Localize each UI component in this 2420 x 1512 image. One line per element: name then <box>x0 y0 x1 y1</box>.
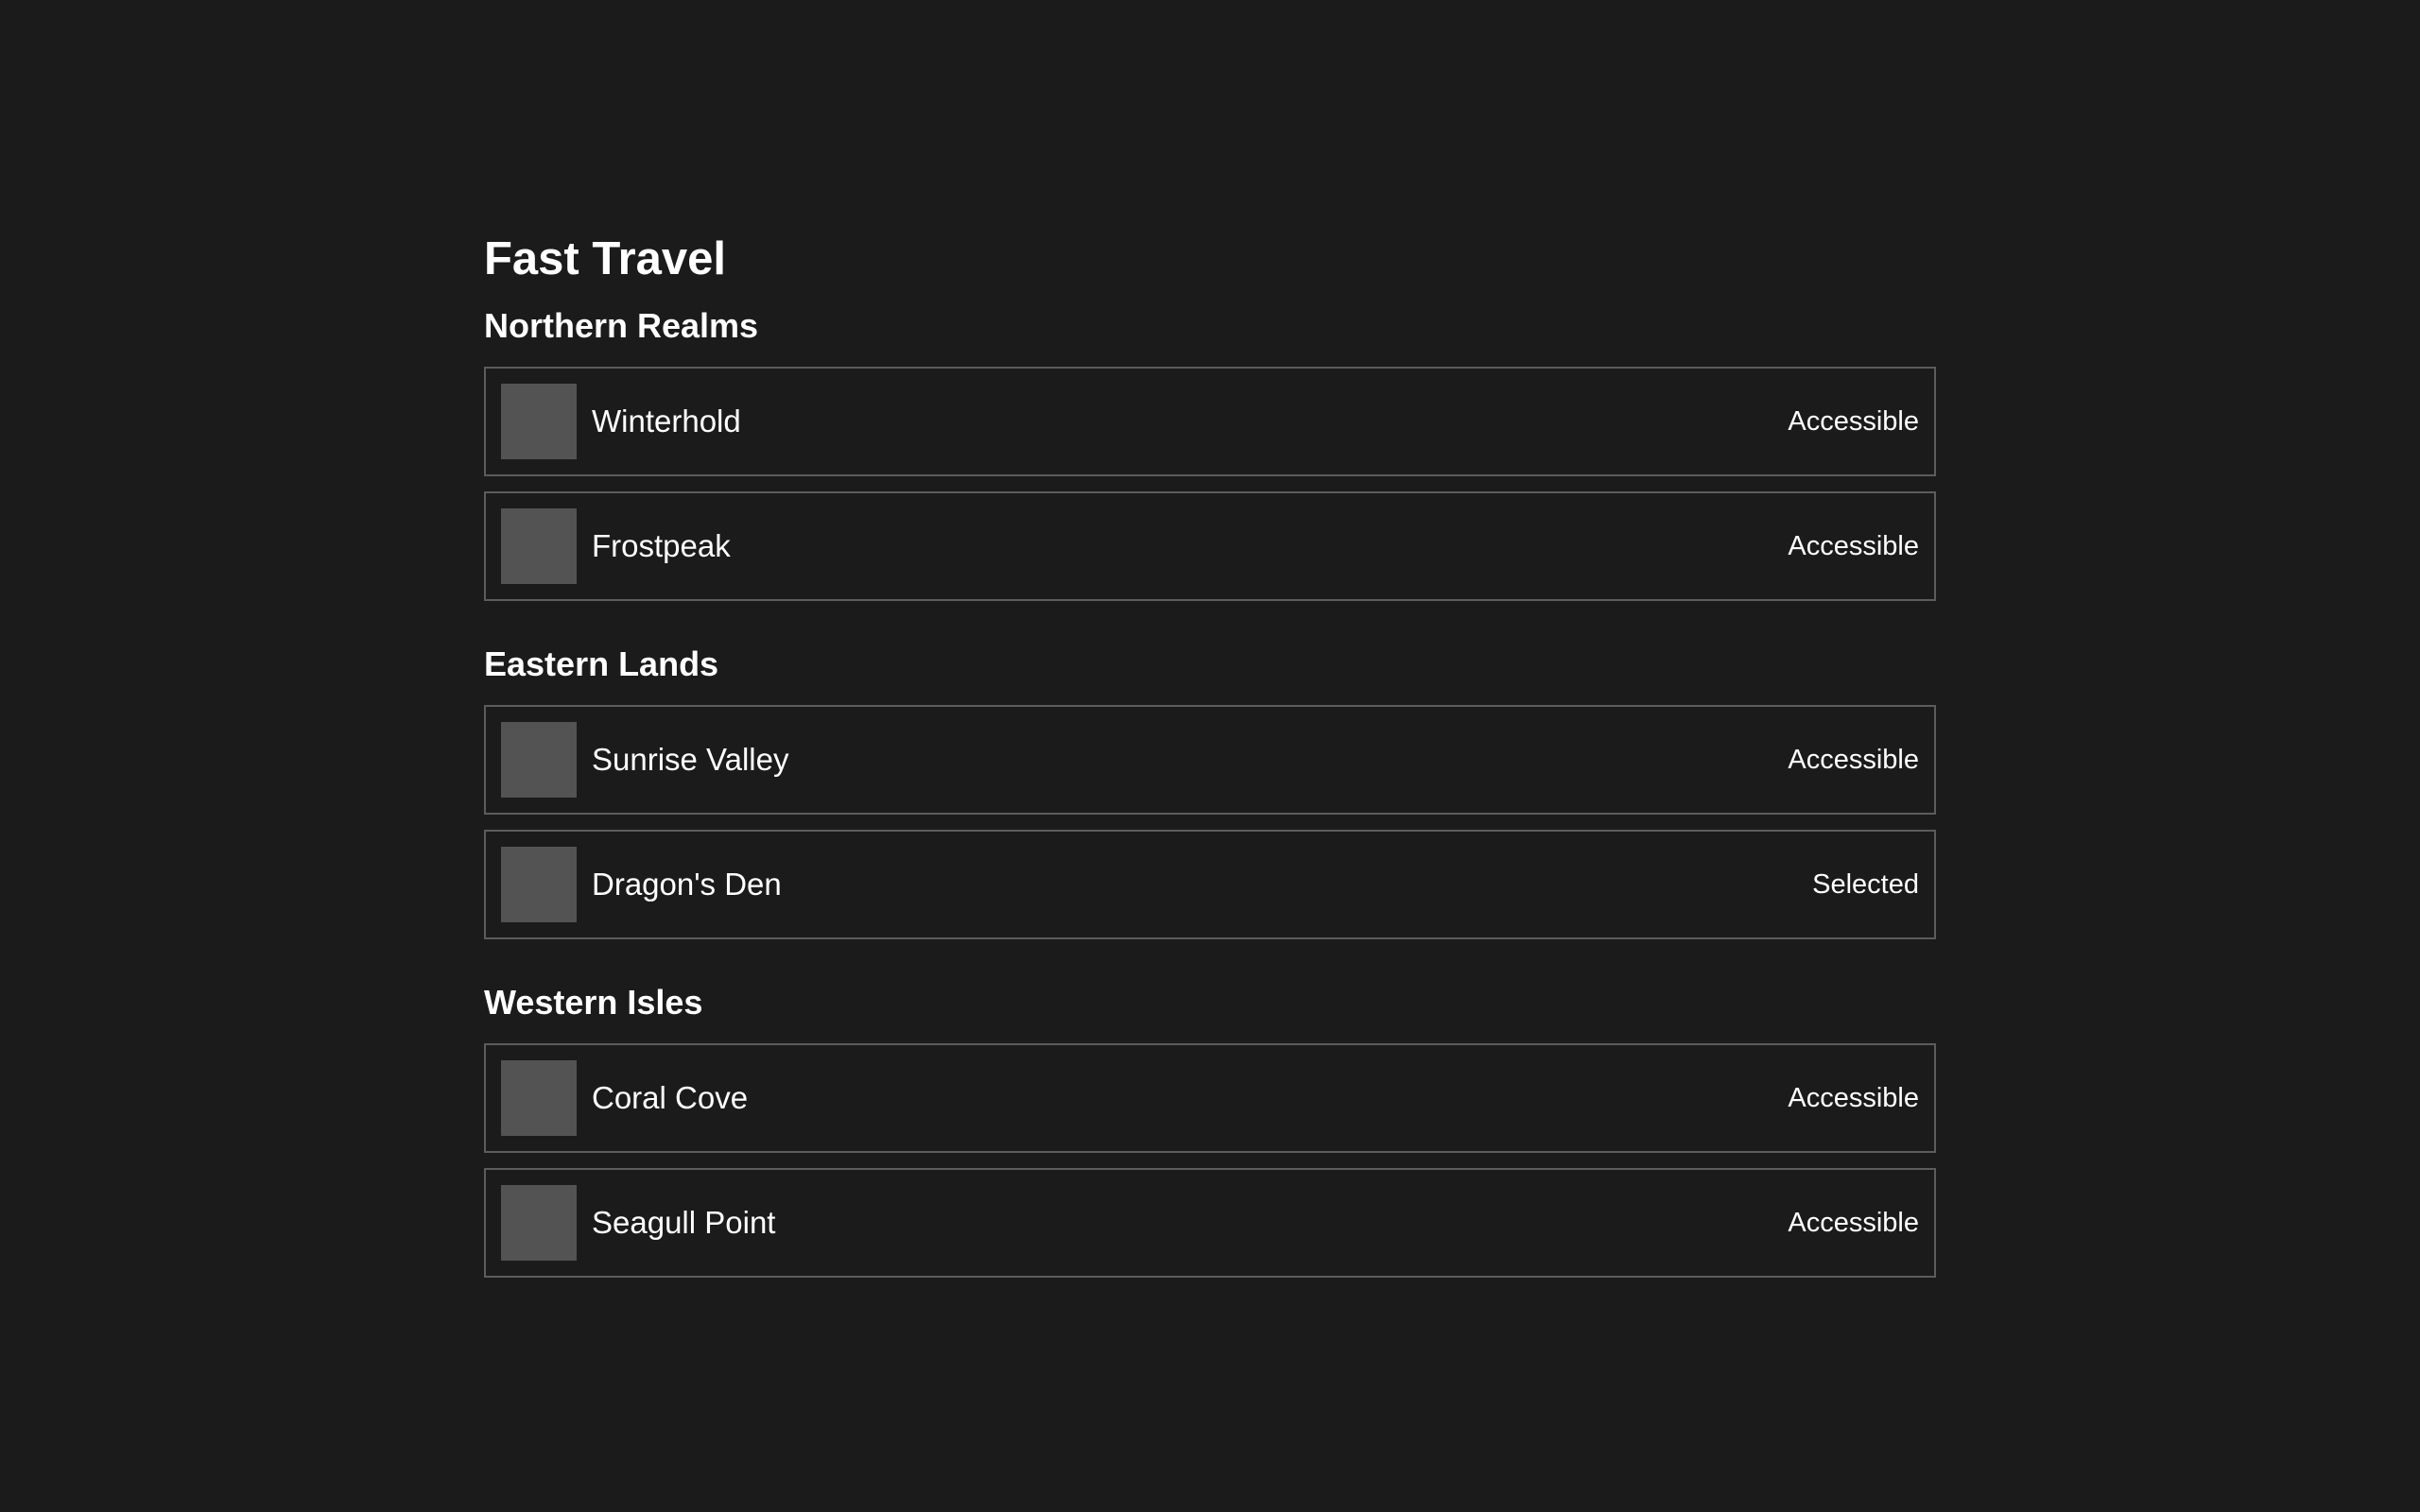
location-list: Winterhold Accessible Frostpeak Accessib… <box>484 367 1936 601</box>
location-name: Coral Cove <box>592 1080 749 1115</box>
region-western-isles: Western Isles Coral Cove Accessible Seag… <box>484 977 1936 1278</box>
location-thumbnail <box>501 1060 577 1136</box>
location-thumbnail <box>501 847 577 922</box>
location-name: Winterhold <box>592 404 741 438</box>
location-thumbnail <box>501 1185 577 1261</box>
location-status: Accessible <box>1788 530 1919 561</box>
location-item-dragons-den[interactable]: Dragon's Den Selected <box>484 830 1936 939</box>
location-status: Selected <box>1812 868 1919 900</box>
location-thumbnail <box>501 508 577 584</box>
location-name: Frostpeak <box>592 528 731 563</box>
location-item-winterhold[interactable]: Winterhold Accessible <box>484 367 1936 476</box>
region-title: Eastern Lands <box>484 644 719 683</box>
location-thumbnail <box>501 384 577 459</box>
location-item-seagull-point[interactable]: Seagull Point Accessible <box>484 1168 1936 1278</box>
location-list: Sunrise Valley Accessible Dragon's Den S… <box>484 705 1936 939</box>
region-eastern-lands: Eastern Lands Sunrise Valley Accessible … <box>484 639 1936 939</box>
location-item-sunrise-valley[interactable]: Sunrise Valley Accessible <box>484 705 1936 815</box>
location-name: Sunrise Valley <box>592 742 789 777</box>
location-status: Accessible <box>1788 405 1919 437</box>
location-item-frostpeak[interactable]: Frostpeak Accessible <box>484 491 1936 601</box>
location-thumbnail <box>501 722 577 798</box>
location-name: Seagull Point <box>592 1205 776 1240</box>
location-status: Accessible <box>1788 1082 1919 1113</box>
location-status: Accessible <box>1788 1207 1919 1238</box>
location-name: Dragon's Den <box>592 867 782 902</box>
region-northern-realms: Northern Realms Winterhold Accessible Fr… <box>484 301 1936 601</box>
fast-travel-panel: Fast Travel Northern Realms Winterhold A… <box>484 229 1936 1278</box>
region-title: Northern Realms <box>484 306 759 345</box>
location-list: Coral Cove Accessible Seagull Point Acce… <box>484 1043 1936 1278</box>
location-status: Accessible <box>1788 744 1919 775</box>
page-title: Fast Travel <box>484 233 727 284</box>
location-item-coral-cove[interactable]: Coral Cove Accessible <box>484 1043 1936 1153</box>
region-title: Western Isles <box>484 983 703 1022</box>
